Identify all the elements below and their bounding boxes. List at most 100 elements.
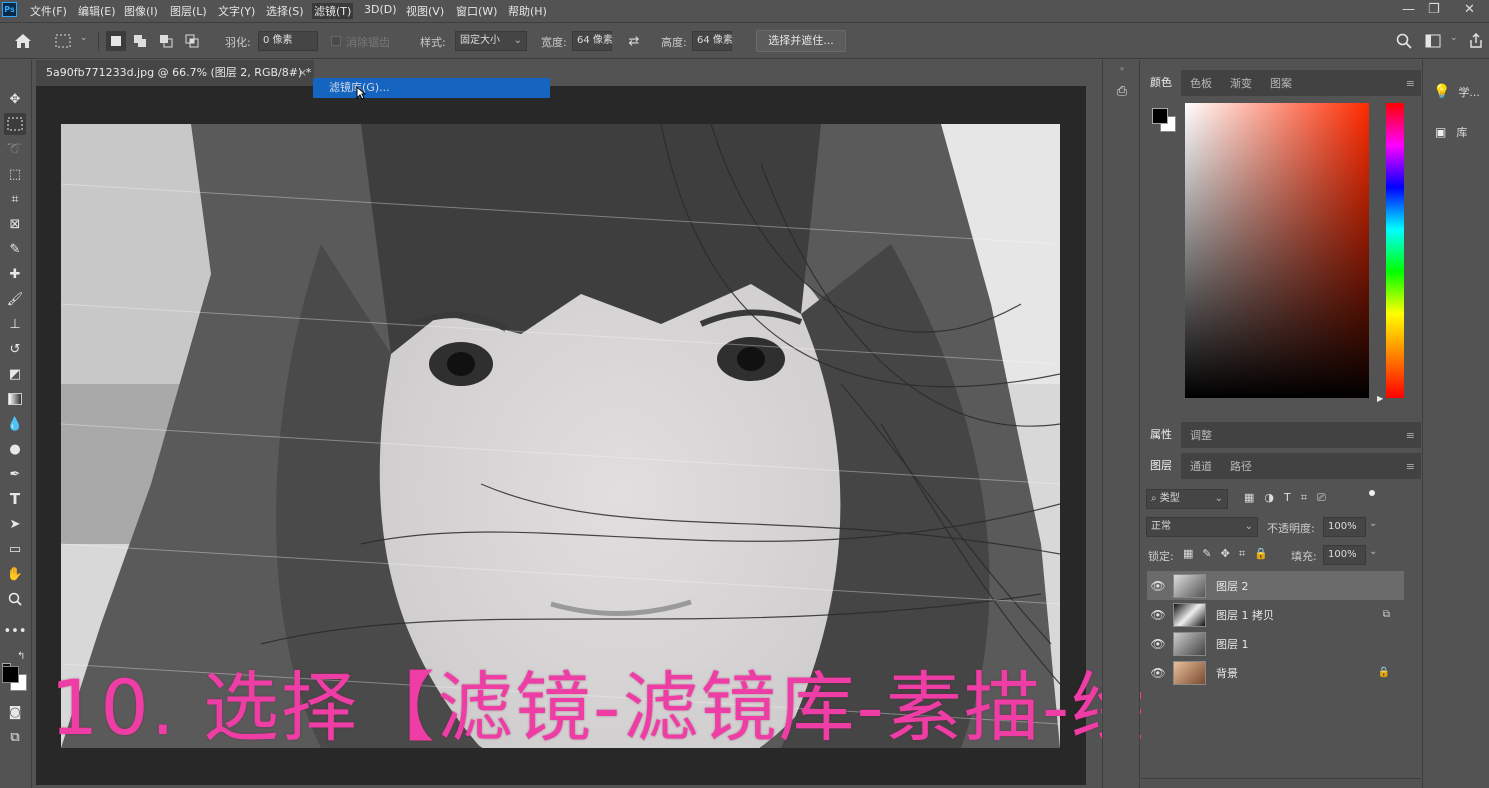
tab-swatches[interactable]: 色板 xyxy=(1181,75,1221,91)
menu-type[interactable]: 文字(Y) xyxy=(218,3,255,19)
type-tool-icon[interactable]: T xyxy=(4,488,26,510)
visibility-eye-icon[interactable]: 👁 xyxy=(1149,666,1167,680)
blend-mode-select[interactable]: 正常 ⌄ xyxy=(1146,517,1258,537)
layer-name[interactable]: 图层 2 xyxy=(1216,578,1249,594)
color-fg-swatch[interactable] xyxy=(1152,108,1168,124)
height-input[interactable]: 64 像素 xyxy=(692,31,733,51)
path-select-tool-icon[interactable]: ➤ xyxy=(4,513,26,535)
zoom-tool-icon[interactable] xyxy=(4,588,26,610)
color-field[interactable] xyxy=(1185,103,1369,398)
healing-brush-icon[interactable]: ✚ xyxy=(4,263,26,285)
layer-row[interactable]: 👁 背景 🔒 xyxy=(1147,658,1404,687)
tab-color[interactable]: 颜色 xyxy=(1141,70,1181,96)
layer-row[interactable]: 👁 图层 1 拷贝 ⧉ xyxy=(1147,600,1404,629)
subtract-selection-icon[interactable] xyxy=(156,31,176,51)
tab-layers[interactable]: 图层 xyxy=(1141,453,1181,479)
marquee-tool-icon[interactable] xyxy=(4,113,26,135)
filter-gallery-menu-item[interactable]: 滤镜库(G)... xyxy=(313,78,550,98)
lock-icons[interactable]: ▦✎✥⌗🔒 xyxy=(1183,547,1277,561)
hand-tool-icon[interactable]: ✋ xyxy=(4,563,26,585)
tab-properties[interactable]: 属性 xyxy=(1141,422,1181,448)
menu-select[interactable]: 选择(S) xyxy=(266,3,304,19)
menu-layer[interactable]: 图层(L) xyxy=(170,3,207,19)
visibility-eye-icon[interactable]: 👁 xyxy=(1149,637,1167,651)
clone-stamp-icon[interactable]: ⊥ xyxy=(4,313,26,335)
hue-slider-handle-icon[interactable]: ▶ xyxy=(1377,394,1383,403)
menu-window[interactable]: 窗口(W) xyxy=(456,3,497,19)
dodge-tool-icon[interactable]: ● xyxy=(4,438,26,460)
chevron-down-icon[interactable]: ⌄ xyxy=(80,33,88,43)
chevron-down-icon[interactable]: ⌄ xyxy=(1369,546,1377,557)
panel-menu-icon[interactable]: ≡ xyxy=(1406,77,1415,90)
marquee-preset-icon[interactable] xyxy=(52,31,74,51)
lasso-tool-icon[interactable]: ➰ xyxy=(4,138,26,160)
layer-filter-icons[interactable]: ▦◑T⌗⎚ xyxy=(1244,491,1336,505)
visibility-eye-icon[interactable]: 👁 xyxy=(1149,608,1167,622)
gradient-tool-icon[interactable] xyxy=(4,388,26,410)
intersect-selection-icon[interactable] xyxy=(182,31,202,51)
fill-input[interactable]: 100% xyxy=(1323,545,1366,565)
feather-input[interactable]: 0 像素 xyxy=(258,31,318,51)
layer-name[interactable]: 背景 xyxy=(1216,665,1238,681)
add-selection-icon[interactable] xyxy=(130,31,150,51)
learn-panel-button[interactable]: 💡 学... xyxy=(1427,80,1485,104)
close-window-icon[interactable]: ✕ xyxy=(1464,2,1475,17)
chevron-down-icon[interactable]: ⌄ xyxy=(1450,33,1458,43)
menu-filter[interactable]: 滤镜(T) xyxy=(312,3,354,19)
hue-slider[interactable] xyxy=(1386,103,1404,398)
panel-menu-icon[interactable]: ≡ xyxy=(1406,429,1415,442)
search-icon[interactable] xyxy=(1394,31,1414,51)
history-brush-icon[interactable]: ↺ xyxy=(4,338,26,360)
style-select[interactable]: 固定大小 ⌄ xyxy=(455,31,527,51)
history-panel-icon[interactable]: ⎙ xyxy=(1111,80,1133,102)
tab-channels[interactable]: 通道 xyxy=(1181,458,1221,474)
menu-view[interactable]: 视图(V) xyxy=(406,3,444,19)
select-and-mask-button[interactable]: 选择并遮住... xyxy=(756,30,846,52)
object-select-tool-icon[interactable]: ⬚ xyxy=(4,163,26,185)
move-tool-icon[interactable]: ✥ xyxy=(4,88,26,110)
close-tab-icon[interactable]: × xyxy=(298,60,307,86)
libraries-panel-button[interactable]: ▣ 库 xyxy=(1427,120,1485,144)
pen-tool-icon[interactable]: ✒ xyxy=(4,463,26,485)
frame-tool-icon[interactable]: ⊠ xyxy=(4,213,26,235)
swap-colors-icon[interactable]: ↰ xyxy=(17,651,25,662)
swap-icon[interactable]: ⇄ xyxy=(624,31,644,51)
antialias-checkbox[interactable] xyxy=(331,36,341,46)
crop-tool-icon[interactable]: ⌗ xyxy=(4,188,26,210)
panel-menu-icon[interactable]: ≡ xyxy=(1406,460,1415,473)
width-input[interactable]: 64 像素 xyxy=(572,31,613,51)
screen-mode-icon[interactable]: ⧉ xyxy=(4,726,26,748)
opacity-input[interactable]: 100% xyxy=(1323,517,1366,537)
foreground-color-swatch[interactable] xyxy=(2,666,19,683)
layer-row[interactable]: 👁 图层 1 xyxy=(1147,629,1404,658)
more-tools-icon[interactable]: ••• xyxy=(4,620,27,642)
layer-filter-select[interactable]: ⌕ 类型 ⌄ xyxy=(1146,489,1228,509)
menu-edit[interactable]: 编辑(E) xyxy=(78,3,116,19)
document-tab[interactable]: 5a90fb771233d.jpg @ 66.7% (图层 2, RGB/8#)… xyxy=(36,60,314,86)
blur-tool-icon[interactable]: 💧 xyxy=(4,413,26,435)
workspace-icon[interactable] xyxy=(1422,31,1444,51)
tab-paths[interactable]: 路径 xyxy=(1221,458,1261,474)
tab-adjustments[interactable]: 调整 xyxy=(1181,427,1221,443)
quick-mask-icon[interactable]: ◙ xyxy=(4,701,26,723)
visibility-eye-icon[interactable]: 👁 xyxy=(1149,579,1167,593)
home-icon[interactable] xyxy=(12,31,34,51)
eyedropper-tool-icon[interactable]: ✎ xyxy=(4,238,26,260)
tab-patterns[interactable]: 图案 xyxy=(1261,75,1301,91)
menu-file[interactable]: 文件(F) xyxy=(30,3,67,19)
menu-3d[interactable]: 3D(D) xyxy=(364,3,397,16)
rectangle-tool-icon[interactable]: ▭ xyxy=(4,538,26,560)
layer-name[interactable]: 图层 1 拷贝 xyxy=(1216,607,1274,623)
restore-icon[interactable]: ❐ xyxy=(1428,2,1440,17)
layer-name[interactable]: 图层 1 xyxy=(1216,636,1249,652)
brush-tool-icon[interactable]: 🖌 xyxy=(4,288,26,310)
new-selection-icon[interactable] xyxy=(106,31,126,51)
share-icon[interactable] xyxy=(1466,31,1486,51)
menu-help[interactable]: 帮助(H) xyxy=(508,3,547,19)
layer-row[interactable]: 👁 图层 2 xyxy=(1147,571,1404,600)
chevron-down-icon[interactable]: ⌄ xyxy=(1369,518,1377,529)
minimize-icon[interactable]: — xyxy=(1402,2,1415,17)
tab-gradients[interactable]: 渐变 xyxy=(1221,75,1261,91)
collapse-icon[interactable]: » xyxy=(1105,64,1139,73)
menu-image[interactable]: 图像(I) xyxy=(124,3,158,19)
